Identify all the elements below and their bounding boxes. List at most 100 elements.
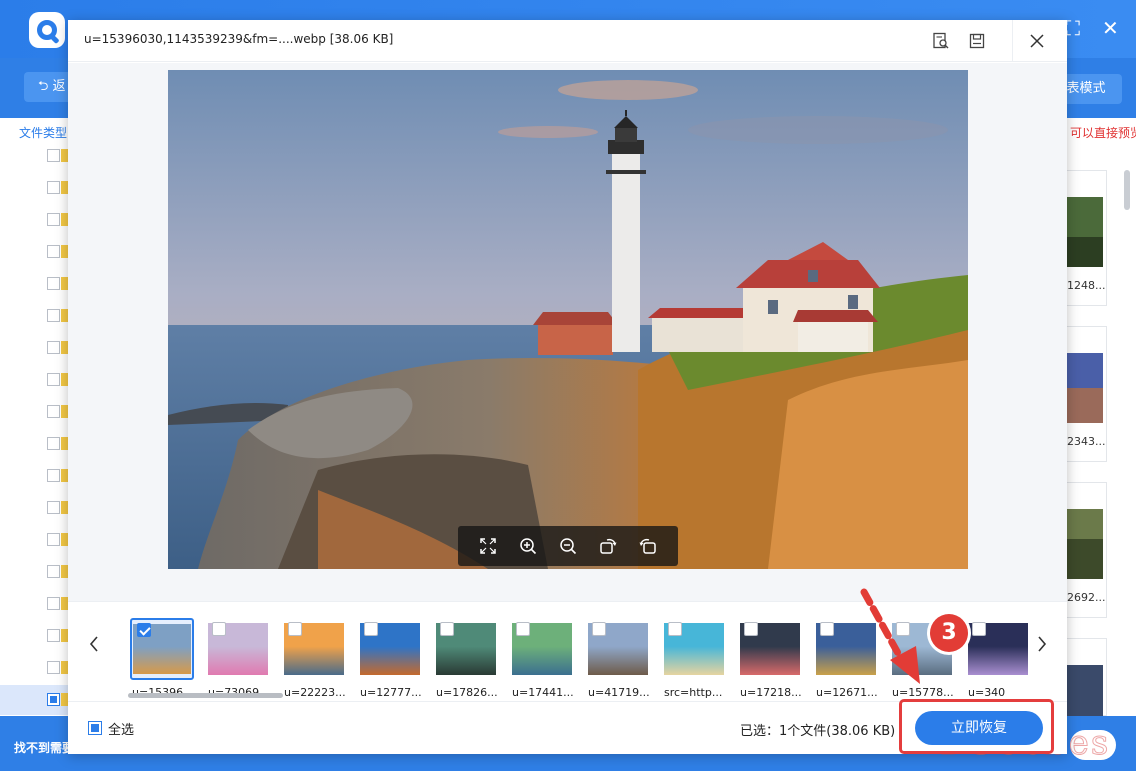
thumbnail-caption: u=12777...	[360, 686, 422, 699]
thumbnail-caption: u=17441...	[512, 686, 574, 699]
file-card[interactable]: 1248...	[1067, 170, 1107, 306]
thumbnail-frame[interactable]	[510, 618, 574, 680]
rotate-right-icon[interactable]	[596, 534, 620, 558]
thumbnail-checkbox[interactable]	[896, 622, 910, 636]
prev-arrow-icon[interactable]	[84, 632, 104, 656]
pointer-arrow-icon	[860, 588, 920, 684]
thumbnail-item[interactable]: u=17441...	[510, 618, 574, 702]
thumbnail-frame[interactable]	[586, 618, 650, 680]
search-file-icon[interactable]	[930, 30, 952, 52]
folder-checkbox[interactable]	[47, 437, 60, 450]
folder-checkbox[interactable]	[47, 565, 60, 578]
thumbnail-checkbox[interactable]	[137, 623, 151, 637]
file-thumbnail	[1067, 353, 1103, 423]
thumbnail-checkbox[interactable]	[592, 622, 606, 636]
header-divider	[1012, 20, 1013, 62]
select-all-label[interactable]: 全选	[108, 719, 134, 738]
thumbnail-caption: src=http...	[664, 686, 723, 699]
thumbnail-frame[interactable]	[282, 618, 346, 680]
maximize-icon[interactable]: ⛶	[1066, 16, 1080, 40]
thumbnail-checkbox[interactable]	[288, 622, 302, 636]
folder-checkbox[interactable]	[47, 181, 60, 194]
thumbnail-frame[interactable]	[434, 618, 498, 680]
thumbnail-checkbox[interactable]	[212, 622, 226, 636]
file-thumbnail	[1067, 197, 1103, 267]
thumbnail-frame[interactable]	[662, 618, 726, 680]
folder-checkbox[interactable]	[47, 309, 60, 322]
thumbnail-checkbox[interactable]	[820, 622, 834, 636]
thumbnail-item[interactable]: u=15396...	[130, 618, 194, 702]
select-all-checkbox[interactable]	[88, 721, 102, 735]
thumbnail-item[interactable]: u=73069...	[206, 618, 270, 702]
close-icon[interactable]	[1026, 30, 1048, 52]
thumbnail-caption: u=340	[968, 686, 1006, 699]
thumbnail-item[interactable]: u=41719...	[586, 618, 650, 702]
file-card-caption: 1248...	[1067, 279, 1106, 292]
step-badge: 3	[930, 614, 968, 652]
thumbnail-scrollbar[interactable]	[128, 693, 283, 698]
thumbnail-caption: u=22223...	[284, 686, 346, 699]
file-thumbnail	[1067, 509, 1103, 579]
thumbnail-caption: u=41719...	[588, 686, 650, 699]
thumbnail-checkbox[interactable]	[972, 622, 986, 636]
thumbnail-checkbox[interactable]	[516, 622, 530, 636]
thumbnail-checkbox[interactable]	[668, 622, 682, 636]
zoom-out-icon[interactable]	[556, 534, 580, 558]
dialog-header: u=15396030,1143539239&fm=....webp [38.06…	[68, 20, 1067, 62]
file-card[interactable]: 2692...	[1067, 482, 1107, 618]
folder-checkbox[interactable]	[47, 405, 60, 418]
thumbnail-item[interactable]: u=340	[966, 618, 1030, 702]
file-card[interactable]	[1067, 638, 1107, 735]
thumbnail-checkbox[interactable]	[364, 622, 378, 636]
thumbnail-frame[interactable]	[966, 618, 1030, 680]
preview-image[interactable]	[168, 70, 968, 569]
close-app-icon[interactable]: ✕	[1102, 16, 1119, 40]
fullscreen-icon[interactable]	[476, 534, 500, 558]
app-logo-icon	[29, 12, 65, 48]
save-icon[interactable]	[966, 30, 988, 52]
file-card-caption: 2343...	[1067, 435, 1106, 448]
folder-checkbox[interactable]	[47, 149, 60, 162]
folder-row-selected[interactable]	[0, 685, 69, 715]
thumbnail-checkbox[interactable]	[440, 622, 454, 636]
rotate-left-icon[interactable]	[636, 534, 660, 558]
folder-checkbox[interactable]	[47, 693, 60, 706]
folder-checkbox[interactable]	[47, 277, 60, 290]
folder-checkbox[interactable]	[47, 341, 60, 354]
file-type-tab[interactable]: 文件类型	[19, 124, 67, 141]
thumbnail-item[interactable]: u=17826...	[434, 618, 498, 702]
next-arrow-icon[interactable]	[1032, 632, 1052, 656]
folder-checkbox[interactable]	[47, 245, 60, 258]
thumbnail-frame[interactable]	[738, 618, 802, 680]
thumbnail-checkbox[interactable]	[744, 622, 758, 636]
back-label: 返	[52, 79, 66, 94]
thumbnail-caption: u=17826...	[436, 686, 498, 699]
thumbnail-item[interactable]: src=http...	[662, 618, 726, 702]
thumbnail-caption: u=17218...	[740, 686, 802, 699]
file-card[interactable]: 2343...	[1067, 326, 1107, 462]
preview-hint: 可以直接预览	[1070, 126, 1136, 140]
folder-checkbox[interactable]	[47, 597, 60, 610]
right-scrollbar[interactable]	[1124, 170, 1130, 210]
folder-checkbox[interactable]	[47, 661, 60, 674]
zoom-in-icon[interactable]	[516, 534, 540, 558]
folder-checkbox[interactable]	[47, 373, 60, 386]
back-arrow-icon: ⮌	[38, 79, 53, 94]
selected-info: 已选：1个文件(38.06 KB)	[740, 724, 896, 739]
thumbnail-item[interactable]: u=17218...	[738, 618, 802, 702]
folder-checkbox[interactable]	[47, 213, 60, 226]
highlight-box	[899, 699, 1054, 754]
not-found-hint[interactable]: 找不到需要	[14, 739, 74, 756]
thumbnail-frame[interactable]	[358, 618, 422, 680]
preview-area	[68, 63, 1067, 601]
thumbnail-frame[interactable]	[206, 618, 270, 680]
folder-checkbox[interactable]	[47, 533, 60, 546]
folder-checkbox[interactable]	[47, 629, 60, 642]
file-card-caption: 2692...	[1067, 591, 1106, 604]
thumbnail-frame[interactable]	[130, 618, 194, 680]
folder-checkbox[interactable]	[47, 469, 60, 482]
thumbnail-item[interactable]: u=22223...	[282, 618, 346, 702]
folder-checkbox[interactable]	[47, 501, 60, 514]
thumbnail-item[interactable]: u=12777...	[358, 618, 422, 702]
list-mode-label: 表模式	[1066, 81, 1106, 96]
